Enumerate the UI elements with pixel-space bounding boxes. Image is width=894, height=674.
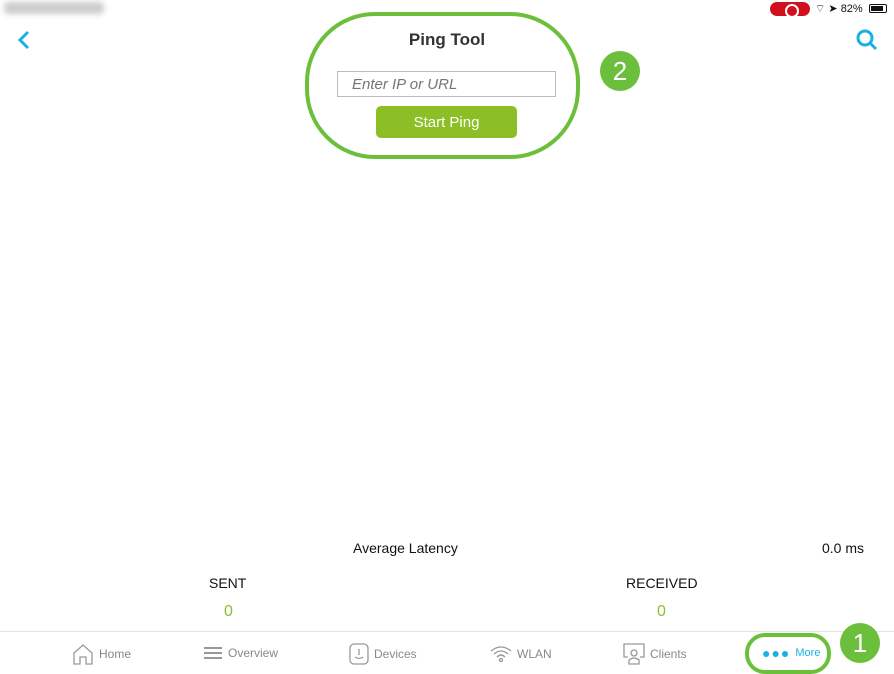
received-value: 0 (657, 603, 666, 620)
sent-value: 0 (224, 603, 233, 620)
wifi-icon (490, 646, 512, 663)
annotation-badge-1: 1 (840, 623, 880, 663)
battery-percent: 82% (840, 3, 863, 15)
tab-home[interactable]: Home (72, 643, 131, 665)
tab-overview[interactable]: Overview (203, 645, 278, 661)
location-icon: ➤ (828, 3, 838, 15)
battery-icon (869, 4, 887, 13)
wifi-icon: ⌔ (815, 3, 826, 15)
tab-label: Clients (650, 647, 687, 661)
tab-label: Home (99, 647, 132, 661)
received-label: RECEIVED (626, 575, 698, 591)
menu-icon (204, 647, 222, 659)
status-bar: ⌔ ➤ 82% (815, 2, 863, 16)
tab-label: Overview (228, 646, 279, 660)
tab-wlan[interactable]: WLAN (490, 645, 552, 663)
tab-label: Devices (374, 647, 417, 661)
clients-icon (623, 643, 645, 665)
sent-label: SENT (209, 575, 247, 591)
device-icon (349, 643, 369, 665)
tab-label: WLAN (517, 647, 552, 661)
highlight-ping-area (305, 12, 580, 159)
average-latency-value: 0.0 ms (822, 540, 865, 556)
tab-devices[interactable]: Devices (349, 643, 417, 665)
blurred-carrier (4, 2, 104, 14)
average-latency-label: Average Latency (353, 540, 458, 556)
recording-indicator-icon (770, 2, 810, 18)
tab-clients[interactable]: Clients (623, 643, 687, 665)
highlight-more-tab (745, 633, 831, 674)
annotation-badge-2: 2 (600, 51, 640, 91)
home-icon (73, 644, 93, 665)
